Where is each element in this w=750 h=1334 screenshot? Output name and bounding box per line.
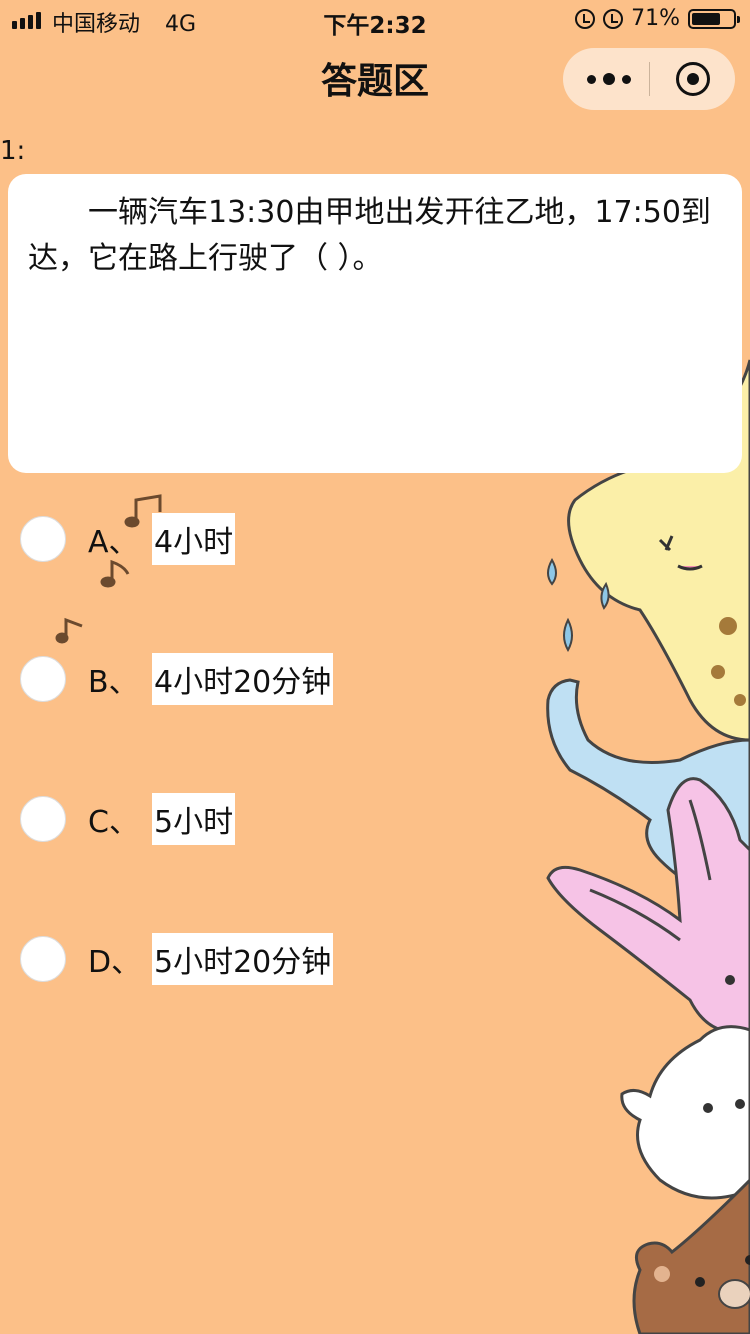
more-dots-icon[interactable] <box>587 70 631 88</box>
option-b[interactable]: B、 4小时20分钟 <box>20 653 334 705</box>
radio-button[interactable] <box>20 936 66 982</box>
option-letter: C、 <box>88 805 139 840</box>
question-card: 一辆汽车13:30由甲地出发开往乙地，17:50到达，它在路上行驶了（ ）。 <box>8 174 742 473</box>
option-letter: A、 <box>88 525 139 560</box>
option-d[interactable]: D、 5小时20分钟 <box>20 933 334 985</box>
option-text[interactable]: 5小时 <box>152 793 236 845</box>
radio-button[interactable] <box>20 516 66 562</box>
alarm-icon <box>603 8 624 29</box>
option-c[interactable]: C、 5小时 <box>20 793 236 845</box>
question-text: 一辆汽车13:30由甲地出发开往乙地，17:50到达，它在路上行驶了（ ）。 <box>28 195 711 276</box>
battery-percent: 71% <box>631 6 680 31</box>
battery-fill <box>692 12 720 25</box>
status-bar: 中国移动 4G 下午2:32 71% <box>0 0 750 40</box>
option-letter: B、 <box>88 665 139 700</box>
option-text[interactable]: 5小时20分钟 <box>152 933 334 985</box>
radio-button[interactable] <box>20 656 66 702</box>
option-text[interactable]: 4小时20分钟 <box>152 653 334 705</box>
orientation-lock-icon <box>575 8 596 29</box>
option-a[interactable]: A、 4小时 <box>20 513 236 565</box>
status-right-group: 71% <box>575 6 740 31</box>
battery-icon <box>688 8 740 29</box>
target-circle-icon[interactable] <box>676 62 710 96</box>
radio-button[interactable] <box>20 796 66 842</box>
option-letter: D、 <box>88 945 142 980</box>
question-number: 1: <box>0 136 26 166</box>
option-text[interactable]: 4小时 <box>152 513 236 565</box>
miniprogram-capsule <box>563 48 735 110</box>
capsule-divider <box>649 62 650 96</box>
